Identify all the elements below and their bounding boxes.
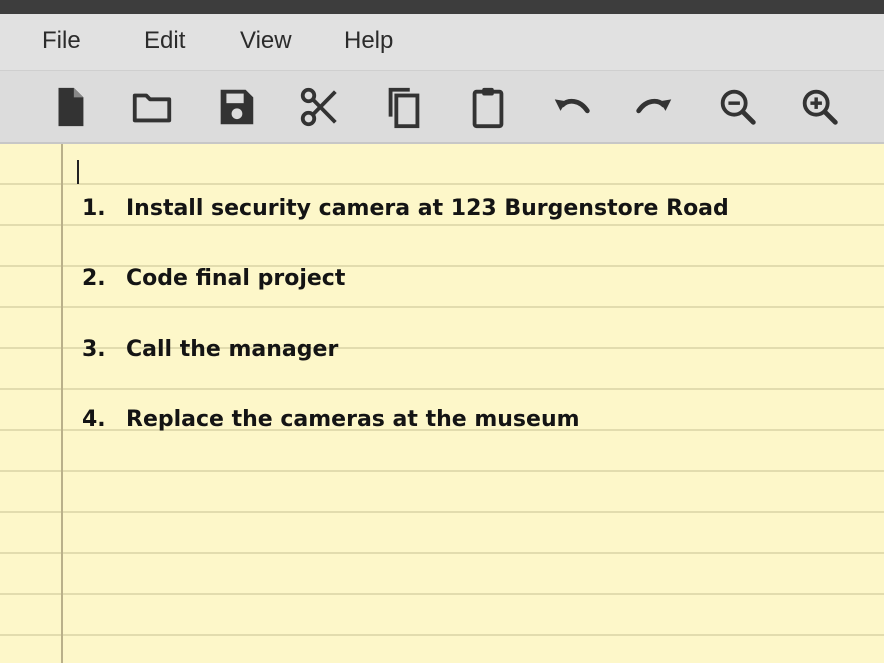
cut-icon [300, 87, 337, 127]
undo-button[interactable] [546, 81, 598, 133]
toolbar [0, 71, 884, 144]
open-folder-icon [132, 93, 172, 123]
list-item[interactable]: 3. Call the manager [82, 335, 338, 365]
undo-icon [554, 98, 590, 114]
zoom-out-button[interactable] [712, 81, 764, 133]
redo-icon [636, 98, 672, 114]
copy-icon [388, 87, 420, 129]
list-item-number: 1. [82, 196, 106, 221]
zoom-out-icon [720, 89, 756, 125]
list-item-number: 2. [82, 266, 106, 291]
zoom-in-icon [802, 89, 838, 125]
menu-view[interactable]: View [240, 27, 292, 55]
save-button[interactable] [210, 81, 262, 133]
list-item[interactable]: 1. Install security camera at 123 Burgens… [82, 194, 729, 224]
list-item-text: Code final project [126, 266, 346, 291]
todo-list: 1. Install security camera at 123 Burgens… [0, 144, 884, 663]
cut-button[interactable] [294, 81, 346, 133]
list-item[interactable]: 4. Replace the cameras at the museum [82, 405, 580, 435]
new-document-button[interactable] [44, 81, 96, 133]
copy-button[interactable] [378, 81, 430, 133]
list-item-number: 3. [82, 337, 106, 362]
new-document-icon [58, 87, 84, 127]
menu-edit[interactable]: Edit [144, 27, 185, 55]
menu-file[interactable]: File [42, 27, 81, 55]
paste-button[interactable] [462, 81, 514, 133]
redo-button[interactable] [628, 81, 680, 133]
list-item-text: Install security camera at 123 Burgensto… [126, 196, 729, 221]
zoom-in-button[interactable] [794, 81, 846, 133]
list-item-number: 4. [82, 407, 106, 432]
text-editor-area[interactable]: 1. Install security camera at 123 Burgens… [0, 144, 884, 663]
list-item-text: Call the manager [126, 337, 339, 362]
list-item-text: Replace the cameras at the museum [126, 407, 580, 432]
open-button[interactable] [126, 81, 178, 133]
list-item[interactable]: 2. Code final project [82, 264, 345, 294]
notepad-window: File Edit View Help 1. Install security … [0, 0, 884, 663]
save-icon [220, 89, 254, 125]
paste-icon [472, 87, 504, 129]
menu-bar: File Edit View Help [0, 14, 884, 71]
title-bar [0, 0, 884, 14]
menu-help[interactable]: Help [344, 27, 393, 55]
